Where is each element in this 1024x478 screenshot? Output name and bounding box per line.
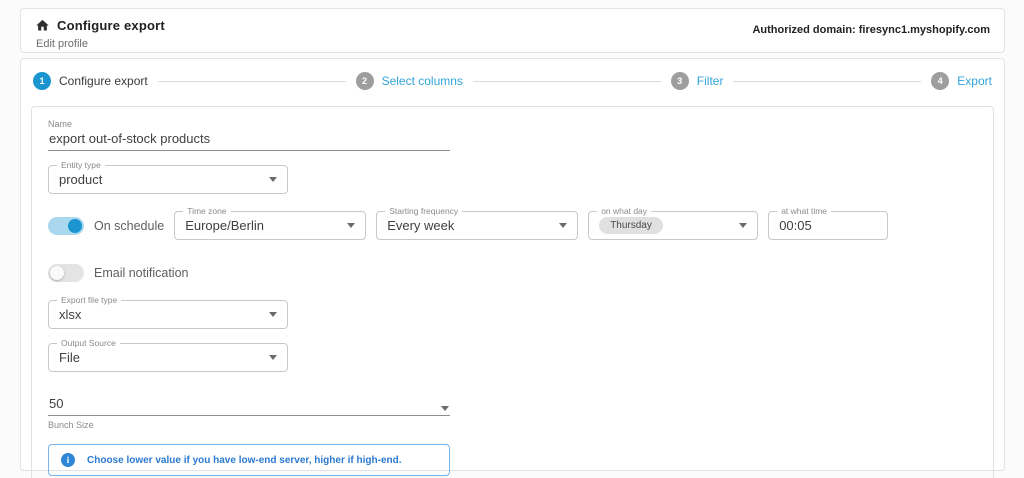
email-notification-toggle[interactable]: [48, 264, 84, 282]
name-label: Name: [48, 119, 73, 129]
step-export[interactable]: 4 Export: [931, 72, 992, 90]
form-panel: Name export out-of-stock products Entity…: [31, 106, 994, 478]
bunch-size-value[interactable]: 50: [49, 396, 63, 411]
main-card: 1 Configure export 2 Select columns 3 Fi…: [20, 58, 1005, 478]
on-what-day-select[interactable]: on what day Thursday: [588, 206, 759, 240]
at-what-time-value: 00:05: [779, 218, 812, 233]
step-connector: [472, 80, 661, 82]
step-select-columns[interactable]: 2 Select columns: [355, 72, 463, 90]
starting-frequency-value: Every week: [387, 218, 455, 233]
schedule-row: On schedule Time zone Europe/Berlin Star…: [48, 206, 977, 240]
step-connector: [733, 80, 922, 82]
page-title: Configure export: [57, 18, 165, 33]
starting-frequency-label: Starting frequency: [385, 206, 463, 216]
export-file-type-label: Export file type: [57, 295, 122, 305]
name-field[interactable]: Name export out-of-stock products: [48, 119, 450, 151]
chevron-down-icon: [269, 312, 277, 317]
export-file-type-select[interactable]: Export file type xlsx: [48, 295, 288, 329]
time-zone-label: Time zone: [183, 206, 231, 216]
output-source-value: File: [59, 350, 80, 365]
on-schedule-toggle[interactable]: [48, 216, 84, 235]
chevron-down-icon: [441, 406, 449, 411]
at-what-time-label: at what time: [777, 206, 832, 216]
on-schedule-toggle-wrap[interactable]: On schedule: [48, 216, 165, 235]
stepper: 1 Configure export 2 Select columns 3 Fi…: [30, 64, 995, 98]
export-file-type-value: xlsx: [59, 307, 82, 322]
chevron-down-icon: [739, 223, 748, 228]
home-icon[interactable]: [35, 18, 50, 33]
header-left: Configure export Edit profile: [35, 18, 165, 52]
step-2-label: Select columns: [381, 74, 463, 88]
output-source-select[interactable]: Output Source File: [48, 338, 288, 372]
info-message: Choose lower value if you have low-end s…: [87, 454, 402, 466]
info-box: i Choose lower value if you have low-end…: [48, 444, 450, 476]
step-2-circle: 2: [355, 72, 374, 90]
step-filter[interactable]: 3 Filter: [670, 72, 724, 90]
step-3-label: Filter: [696, 74, 724, 88]
header: Configure export Edit profile Authorized…: [20, 8, 1005, 53]
bunch-size-field[interactable]: 50 Bunch Size: [48, 394, 450, 430]
starting-frequency-select[interactable]: Starting frequency Every week: [376, 206, 579, 240]
info-icon: i: [61, 453, 75, 467]
bunch-size-label: Bunch Size: [48, 420, 94, 430]
day-chip[interactable]: Thursday: [599, 217, 663, 234]
chevron-down-icon: [347, 223, 356, 228]
name-input[interactable]: export out-of-stock products: [49, 131, 210, 146]
edit-profile-subtitle: Edit profile: [36, 38, 88, 50]
time-zone-value: Europe/Berlin: [185, 218, 264, 233]
output-source-label: Output Source: [57, 338, 120, 348]
step-configure-export[interactable]: 1 Configure export: [33, 72, 148, 90]
step-3-circle: 3: [670, 72, 689, 90]
chevron-down-icon: [269, 355, 277, 360]
email-notification-toggle-wrap[interactable]: Email notification: [48, 264, 977, 282]
step-1-label: Configure export: [59, 74, 148, 88]
step-4-circle: 4: [931, 72, 950, 90]
step-connector: [157, 80, 346, 82]
authorized-domain: Authorized domain: firesync1.myshopify.c…: [752, 24, 990, 36]
time-zone-select[interactable]: Time zone Europe/Berlin: [174, 206, 367, 240]
entity-type-label: Entity type: [57, 160, 105, 170]
at-what-time-input[interactable]: at what time 00:05: [768, 206, 889, 240]
step-4-label: Export: [957, 74, 992, 88]
entity-type-value: product: [59, 172, 103, 187]
on-what-day-label: on what day: [597, 206, 652, 216]
email-notification-label: Email notification: [94, 266, 189, 280]
page: Configure export Edit profile Authorized…: [0, 0, 1024, 478]
on-schedule-label: On schedule: [94, 218, 165, 233]
step-1-circle: 1: [33, 72, 51, 90]
entity-type-select[interactable]: Entity type product: [48, 160, 288, 194]
chevron-down-icon: [269, 177, 277, 182]
chevron-down-icon: [559, 223, 568, 228]
